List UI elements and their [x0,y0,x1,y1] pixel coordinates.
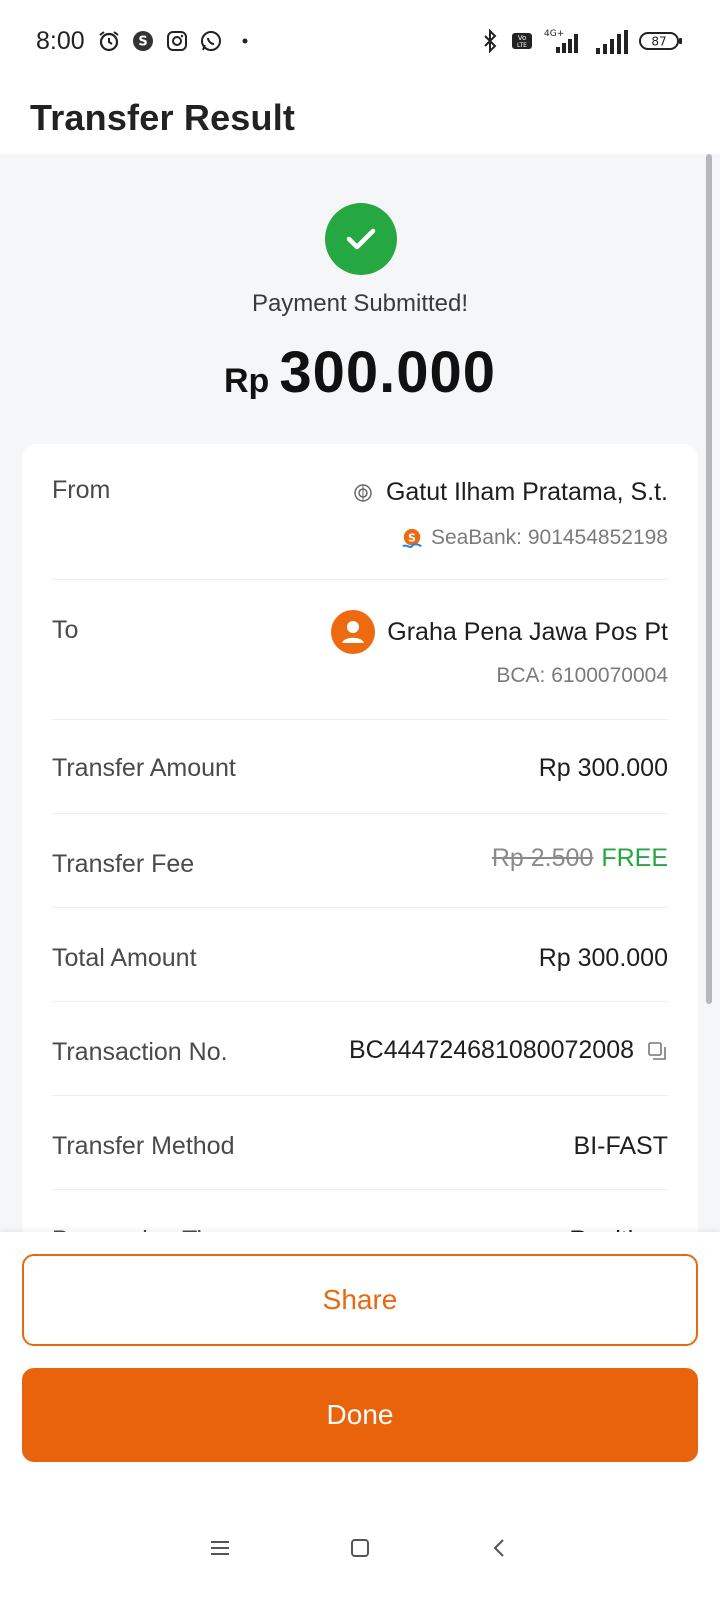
total-amount-value: Rp 300.000 [538,944,668,972]
to-label: To [52,616,79,644]
alarm-icon [97,29,121,53]
network-type-label: 4G+ [544,29,564,39]
done-button[interactable]: Done [22,1368,698,1462]
transfer-method-label: Transfer Method [52,1132,235,1160]
total-amount-row: Total Amount Rp 300.000 [52,908,668,1002]
status-time: 8:00 [36,26,85,55]
transfer-fee-value: Rp 2.500 FREE [492,844,668,873]
transfer-method-value: BI-FAST [573,1132,668,1160]
svg-text:Vo: Vo [518,34,527,42]
success-check-icon [325,203,397,275]
recipient-account-text: BCA: 6100070004 [496,664,668,687]
copy-icon[interactable] [646,1040,668,1062]
transaction-no-value-group: BC444724681080072008 [349,1036,668,1065]
home-icon[interactable] [340,1528,380,1568]
from-row: From Gatut Ilham Pratama, S.t. S SeaBank… [52,444,668,580]
from-label: From [52,476,111,504]
status-notification-icons: S [97,29,257,53]
amount-value: 300.000 [279,340,496,405]
transfer-details-card: From Gatut Ilham Pratama, S.t. S SeaBank… [22,444,698,1256]
signal-icon [594,29,630,54]
scrollbar[interactable] [706,154,712,1004]
transaction-no-row: Transaction No. BC444724681080072008 [52,1002,668,1096]
battery-icon: 87 [638,29,684,53]
status-bar: 8:00 S Vo LTE 4G+ 87 [0,0,720,82]
sender-account-text: SeaBank: 901454852198 [430,526,668,549]
transfer-amount-row: Transfer Amount Rp 300.000 [52,720,668,814]
signal-icon: 4G+ [542,29,586,53]
svg-text:S: S [408,531,416,544]
bluetooth-icon [478,29,502,53]
app-header: Transfer Result [0,82,720,154]
status-system-icons: Vo LTE 4G+ 87 [478,29,684,54]
sender-account: S SeaBank: 901454852198 [401,526,668,550]
volte-icon: Vo LTE [510,29,534,53]
transaction-no-label: Transaction No. [52,1038,228,1066]
transfer-amount-value: Rp 300.000 [538,754,668,782]
transfer-amount-label: Transfer Amount [52,754,236,782]
bottom-action-panel: Share Done [0,1232,720,1496]
transfer-fee-label: Transfer Fee [52,850,195,878]
transfer-fee-row: Transfer Fee Rp 2.500 FREE [52,814,668,908]
from-party: Gatut Ilham Pratama, S.t. [352,478,668,507]
total-amount-label: Total Amount [52,944,197,972]
dot-icon [233,29,257,53]
menu-icon[interactable] [200,1528,240,1568]
instagram-icon [165,29,189,53]
amount-display: Rp 300.000 [0,339,720,406]
amount-currency: Rp [224,362,270,400]
transfer-method-row: Transfer Method BI-FAST [52,1096,668,1190]
fee-free-badge: FREE [601,844,668,872]
to-row: To Graha Pena Jawa Pos Pt BCA: 610007000… [52,580,668,720]
transaction-no-value: BC444724681080072008 [349,1036,634,1064]
svg-text:LTE: LTE [517,42,527,49]
recipient-account: BCA: 6100070004 [496,664,668,688]
sender-name: Gatut Ilham Pratama, S.t. [385,478,668,506]
seabank-logo-icon: S [401,527,423,549]
to-party: Graha Pena Jawa Pos Pt [331,610,668,654]
original-fee: Rp 2.500 [491,844,594,872]
system-nav-bar [0,1496,720,1600]
result-scroll-area[interactable]: Payment Submitted! Rp 300.000 From Gatut … [0,154,720,1256]
page-title: Transfer Result [30,97,296,138]
svg-text:S: S [138,35,147,50]
recipient-name: Graha Pena Jawa Pos Pt [387,617,668,646]
whatsapp-icon [199,29,223,53]
shopee-icon: S [131,29,155,53]
sender-emblem-icon [352,482,374,504]
battery-level: 87 [651,35,666,49]
back-icon[interactable] [480,1528,520,1568]
screen: 8:00 S Vo LTE 4G+ 87 Transfer Result Pay… [0,0,720,1600]
recipient-avatar-icon [331,610,376,654]
share-button[interactable]: Share [22,1254,698,1346]
payment-status-text: Payment Submitted! [251,290,469,317]
